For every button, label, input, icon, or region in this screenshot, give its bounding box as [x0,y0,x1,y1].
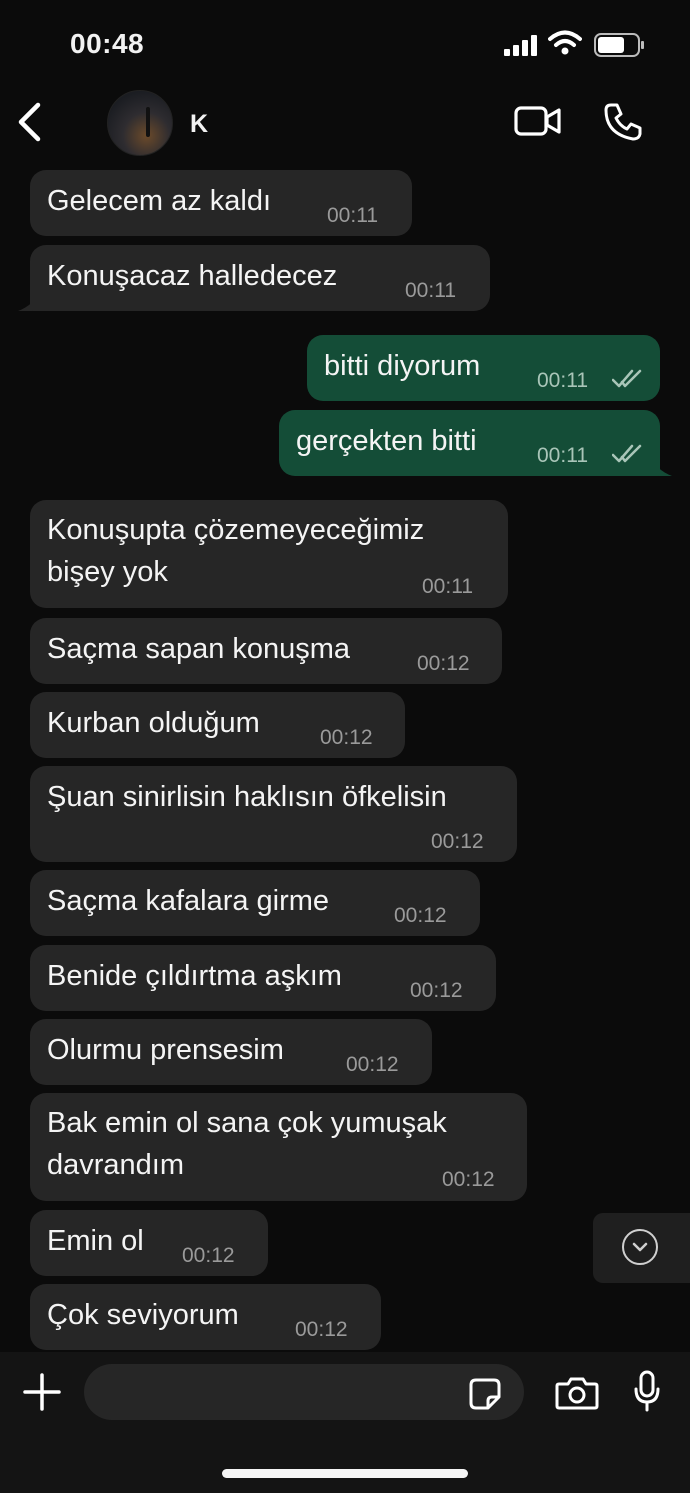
status-bar: 00:48 [0,0,690,90]
camera-icon[interactable] [555,1376,599,1410]
status-time: 00:48 [70,28,145,59]
phone-icon[interactable] [603,102,643,142]
plus-icon[interactable] [22,1372,62,1412]
read-receipt-icon [612,444,642,463]
incoming-message[interactable]: Konuşupta çözemeyeceğimiz bişey yok 00:1… [30,500,508,608]
message-text: Çok seviyorum [47,1299,239,1331]
message-text: Saçma kafalara girme [47,885,330,917]
message-time: 00:12 [346,1053,399,1076]
incoming-message[interactable]: Konuşacaz halledecez 00:11 [30,245,490,311]
incoming-message[interactable]: Çok seviyorum 00:12 [30,1284,381,1350]
message-text: Olurmu prensesim [47,1034,284,1066]
incoming-message[interactable]: Emin ol 00:12 [30,1210,268,1276]
message-composer [0,1352,690,1493]
back-chevron-icon[interactable] [14,102,44,142]
outgoing-message[interactable]: bitti diyorum 00:11 [307,335,660,401]
video-camera-icon[interactable] [514,104,562,138]
contact-name[interactable]: K [190,110,208,139]
contact-avatar[interactable] [107,90,173,156]
wifi-icon [548,30,582,55]
message-text-line1: Konuşupta çözemeyeceğimiz [47,514,425,546]
message-time: 00:12 [295,1318,348,1341]
message-time: 00:11 [422,575,473,598]
message-text: Konuşacaz halledecez [47,260,338,292]
sticker-icon[interactable] [468,1377,502,1411]
message-time: 00:12 [182,1244,235,1267]
message-text: bitti diyorum [324,350,481,382]
message-text: Gelecem az kaldı [47,185,272,217]
message-text-line2: bişey yok [47,556,168,588]
read-receipt-icon [612,369,642,388]
battery-icon [594,33,644,57]
message-text: Benide çıldırtma aşkım [47,960,342,992]
cellular-signal-icon [504,35,537,56]
message-time: 00:11 [537,369,588,392]
message-time: 00:11 [327,204,378,227]
message-text-line1: Bak emin ol sana çok yumuşak [47,1107,447,1139]
message-time: 00:12 [442,1168,495,1191]
outgoing-message[interactable]: gerçekten bitti 00:11 [279,410,660,476]
message-text: Kurban olduğum [47,707,260,739]
message-input[interactable] [84,1364,524,1420]
message-text-line2: davrandım [47,1149,185,1181]
message-text: Şuan sinirlisin haklısın öfkelisin [47,781,447,813]
incoming-message[interactable]: Kurban olduğum 00:12 [30,692,405,758]
message-time: 00:12 [417,652,470,675]
chat-header: K [0,90,690,162]
message-time: 00:12 [410,979,463,1002]
message-time: 00:12 [394,904,447,927]
incoming-message[interactable]: Olurmu prensesim 00:12 [30,1019,432,1085]
incoming-message[interactable]: Benide çıldırtma aşkım 00:12 [30,945,496,1011]
message-time: 00:12 [431,830,484,853]
avatar-silhouette [146,107,150,137]
incoming-message[interactable]: Saçma kafalara girme 00:12 [30,870,480,936]
incoming-message[interactable]: Saçma sapan konuşma 00:12 [30,618,502,684]
message-time: 00:11 [537,444,588,467]
incoming-message[interactable]: Bak emin ol sana çok yumuşak davrandım 0… [30,1093,527,1201]
message-text: gerçekten bitti [296,425,477,457]
incoming-message[interactable]: Şuan sinirlisin haklısın öfkelisin 00:12 [30,766,517,862]
scroll-to-bottom-button[interactable] [593,1213,690,1283]
incoming-message[interactable]: Gelecem az kaldı 00:11 [30,170,412,236]
message-text: Emin ol [47,1225,144,1257]
microphone-icon[interactable] [633,1370,661,1412]
home-indicator[interactable] [222,1469,468,1478]
message-time: 00:11 [405,279,456,302]
chevron-down-circle-icon [622,1229,658,1265]
message-text: Saçma sapan konuşma [47,633,351,665]
message-list[interactable]: Gelecem az kaldı 00:11 Konuşacaz hallede… [0,162,690,1352]
message-time: 00:12 [320,726,373,749]
